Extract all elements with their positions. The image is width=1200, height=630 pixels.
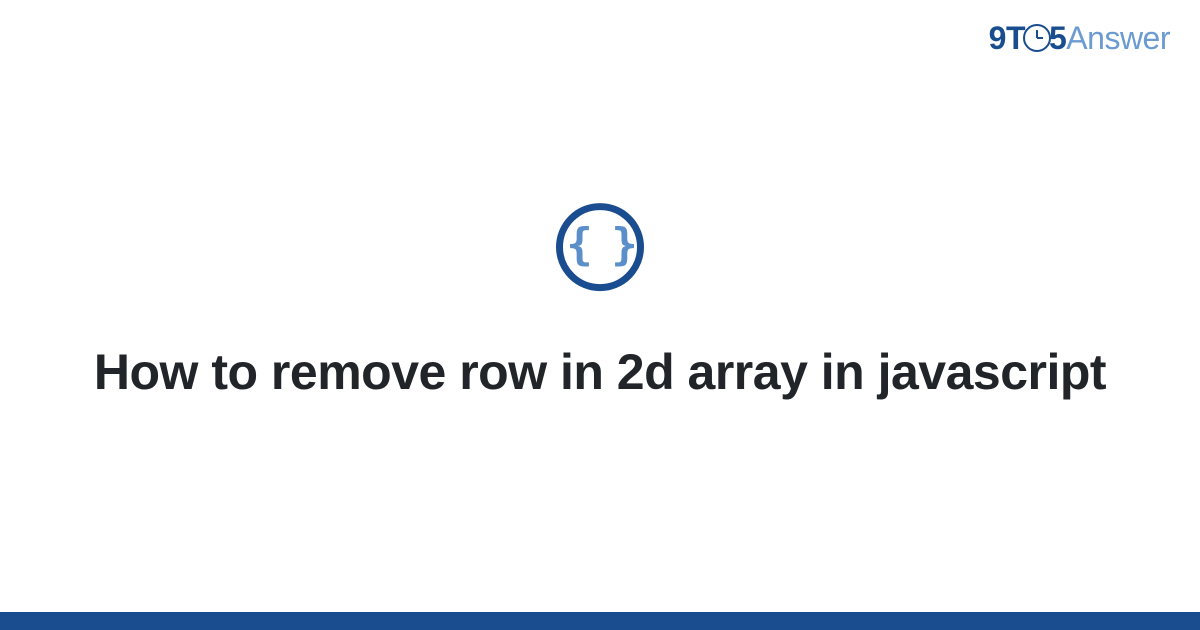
code-braces-icon: { } (566, 223, 633, 267)
footer-accent-bar (0, 612, 1200, 630)
topic-icon-circle: { } (556, 203, 644, 291)
clock-icon (1023, 24, 1051, 52)
page-title: How to remove row in 2d array in javascr… (60, 339, 1140, 407)
brand-text-5: 5 (1049, 20, 1066, 56)
site-brand-logo: 9T 5Answer (989, 20, 1170, 57)
brand-text-answer: Answer (1066, 20, 1170, 56)
main-content: { } How to remove row in 2d array in jav… (0, 203, 1200, 407)
brand-text-9t: 9T (989, 20, 1025, 56)
